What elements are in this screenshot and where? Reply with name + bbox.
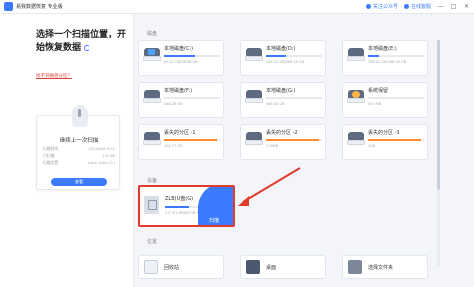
- location-card-desktop[interactable]: 桌面: [240, 255, 326, 279]
- scan-button-label[interactable]: 扫描: [209, 217, 219, 224]
- location-card-recycle-bin[interactable]: 回收站: [138, 255, 224, 279]
- last-scan-row: 扫描位置 Local Disk (C:): [43, 160, 115, 165]
- drive-card[interactable]: 本地磁盘(C:) 89.07 GB/98.86 GB: [138, 40, 224, 76]
- hard-drive-icon: [143, 90, 161, 104]
- drive-size: 398.02 GB/488.28 GB: [368, 60, 407, 64]
- drive-size: 1GB: [368, 144, 376, 148]
- hard-drive-icon: [347, 48, 365, 62]
- usb-device-name: ZLB(U盘(G): [165, 196, 194, 202]
- drive-card[interactable]: 本地磁盘(G:) 488.28 GB: [240, 82, 326, 118]
- chat-icon: [403, 4, 409, 9]
- drive-size: 89.07 GB/98.86 GB: [164, 60, 198, 64]
- online-service-label: 在线客服: [410, 4, 431, 10]
- minimize-button[interactable]: —: [437, 3, 444, 10]
- wechat-icon: [365, 4, 371, 9]
- drive-name: 本地磁盘(C:): [164, 46, 194, 52]
- drive-usage-bar: [368, 97, 424, 99]
- drive-card[interactable]: 本地磁盘(E:) 398.02 GB/488.28 GB: [342, 40, 428, 76]
- last-scan-title: 继续上一次扫描: [59, 138, 99, 144]
- drive-usage-bar: [164, 97, 220, 99]
- drive-usage-bar: [368, 55, 424, 57]
- folder-icon: [348, 260, 362, 274]
- drive-name: 本地磁盘(E:): [368, 46, 397, 52]
- drive-name: 丢失的分区 -3: [368, 130, 400, 136]
- hard-drive-icon: [245, 48, 263, 62]
- help-link[interactable]: 找不到磁盘分区？: [36, 73, 72, 79]
- history-icon: [72, 105, 88, 127]
- drive-card[interactable]: 系统保留 500 MB: [342, 82, 428, 118]
- drive-usage-bar: [266, 97, 322, 99]
- recycle-bin-icon: [144, 260, 158, 274]
- drive-card[interactable]: 本地磁盘(F:) 488.28 GB: [138, 82, 224, 118]
- drive-usage-bar: [164, 139, 220, 141]
- drive-name: 本地磁盘(F:): [164, 88, 193, 94]
- drive-usage-bar: [368, 139, 424, 141]
- hard-drive-icon: [347, 90, 365, 104]
- page-title: 选择一个扫描位置，开始恢复数据: [36, 30, 127, 53]
- follow-account-button[interactable]: 关注公众号: [365, 3, 398, 10]
- usb-device-card[interactable]: ZLB(U盘(G) 377.61 MB/B/738.3 扫描: [138, 185, 235, 227]
- section-location-label: 位置: [147, 239, 158, 245]
- hard-drive-icon: [245, 132, 263, 146]
- drive-size: 484.02 GB/488.28 GB: [266, 60, 305, 64]
- drive-card[interactable]: 丢失的分区 -1 125.77 GB: [138, 124, 224, 160]
- drive-card[interactable]: 本地磁盘(D:) 484.02 GB/488.28 GB: [240, 40, 326, 76]
- drive-name: 丢失的分区 -1: [164, 130, 196, 136]
- drive-card[interactable]: 丢失的分区 -2 118MB: [240, 124, 326, 160]
- drive-usage-bar: [266, 139, 322, 141]
- last-scan-row: 已扫描 2.0 GB: [43, 153, 115, 158]
- follow-label: 关注公众号: [372, 4, 398, 10]
- drive-size: 488.28 GB: [266, 102, 285, 106]
- usb-drive-icon: [144, 196, 159, 214]
- refresh-icon[interactable]: [84, 44, 91, 51]
- drive-usage-bar: [164, 55, 220, 57]
- drive-name: 本地磁盘(G:): [266, 88, 296, 94]
- view-last-scan-button[interactable]: 查看: [51, 178, 107, 186]
- section-disk-label: 磁盘: [147, 31, 158, 37]
- online-service-button[interactable]: 在线客服: [403, 3, 431, 10]
- scrollbar[interactable]: [437, 40, 440, 266]
- desktop-icon: [246, 260, 260, 274]
- last-scan-card: 继续上一次扫描 扫描时间 2024/4/6 9:02 已扫描 2.0 GB 扫描…: [36, 105, 120, 190]
- app-logo-icon: [4, 2, 13, 11]
- app-title: 易我数据恢复 专业版: [16, 4, 63, 10]
- scroll-thumb[interactable]: [437, 40, 440, 190]
- hard-drive-icon: [143, 48, 161, 62]
- title-bar: 易我数据恢复 专业版 关注公众号 在线客服 — □ ✕: [0, 0, 474, 14]
- drive-name: 系统保留: [368, 88, 389, 94]
- drive-size: 500 MB: [368, 102, 382, 106]
- hard-drive-icon: [347, 132, 365, 146]
- last-scan-row: 扫描时间 2024/4/6 9:02: [43, 146, 115, 151]
- drive-size: 125.77 GB: [164, 144, 183, 148]
- hard-drive-icon: [143, 132, 161, 146]
- drive-usage-bar: [266, 55, 322, 57]
- drive-name: 本地磁盘(D:): [266, 46, 296, 52]
- close-button[interactable]: ✕: [463, 3, 470, 10]
- usb-device-size: 377.61 MB/B/738.3: [165, 211, 199, 215]
- location-card-select-folder[interactable]: 选择文件夹: [342, 255, 428, 279]
- drive-size: 488.28 GB: [164, 102, 183, 106]
- drive-name: 丢失的分区 -2: [266, 130, 298, 136]
- hard-drive-icon: [245, 90, 263, 104]
- section-device-label: 设备: [147, 178, 158, 184]
- drive-size: 118MB: [266, 144, 279, 148]
- maximize-button[interactable]: □: [450, 3, 457, 10]
- drive-card[interactable]: 丢失的分区 -3 1GB: [342, 124, 428, 160]
